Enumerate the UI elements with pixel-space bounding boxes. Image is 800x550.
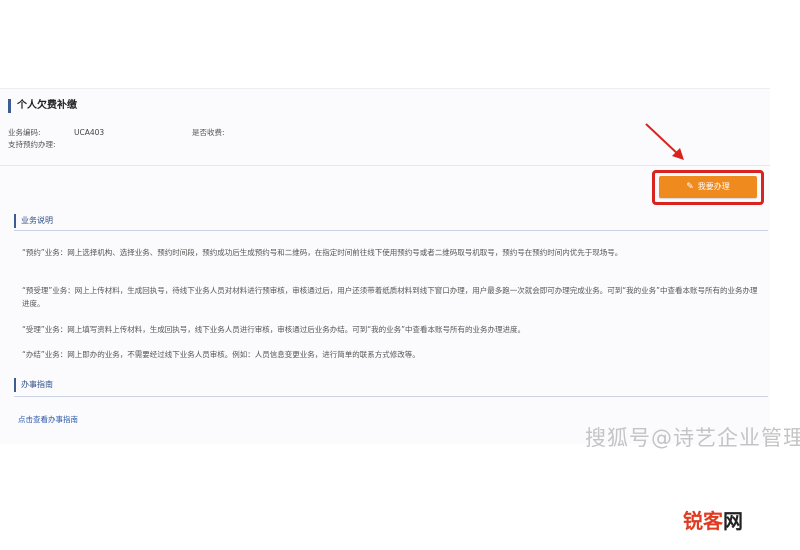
desc-paragraph-preaccept: “预受理”业务：网上上传材料，生成回执号，待线下业务人员对材料进行预审核，审核通…	[22, 286, 758, 308]
business-code-label: 业务编码:	[8, 128, 41, 137]
guide-divider	[14, 396, 768, 397]
business-code-value: UCA403	[74, 128, 105, 137]
fee-label: 是否收费:	[192, 128, 225, 137]
pencil-icon: ✎	[686, 182, 694, 192]
desc-paragraph-appointment: “预约”业务：网上选择机构、选择业务、预约时间段，预约成功后生成预约号和二维码，…	[22, 248, 623, 257]
appointment-label: 支持预约办理:	[8, 140, 56, 149]
site-logo: 锐客网	[683, 505, 743, 534]
business-desc-heading: 业务说明	[14, 214, 53, 228]
apply-button[interactable]: ✎ 我要办理	[659, 176, 757, 198]
guide-heading: 办事指南	[14, 378, 53, 392]
desc-paragraph-done: “办结”业务：网上即办的业务，不需要经过线下业务人员审核。例如：人员信息变更业务…	[22, 350, 420, 359]
desc-paragraph-accept: “受理”业务：网上填写资料上传材料，生成回执号，线下业务人员进行审核，审核通过后…	[22, 325, 526, 334]
page: 个人欠费补缴 业务编码: UCA403 是否收费: 支持预约办理: ✎ 我要办理 …	[0, 0, 800, 550]
apply-button-label: 我要办理	[697, 182, 730, 191]
guide-link[interactable]: 点击查看办事指南	[18, 414, 78, 425]
site-logo-part2: 网	[723, 509, 743, 533]
section-title: 个人欠费补缴	[8, 99, 77, 113]
red-arrow-annotation	[645, 123, 684, 160]
site-logo-part1: 锐客	[683, 509, 723, 533]
business-desc-divider	[14, 230, 768, 231]
watermark: 搜狐号@诗艺企业管理	[585, 426, 800, 450]
